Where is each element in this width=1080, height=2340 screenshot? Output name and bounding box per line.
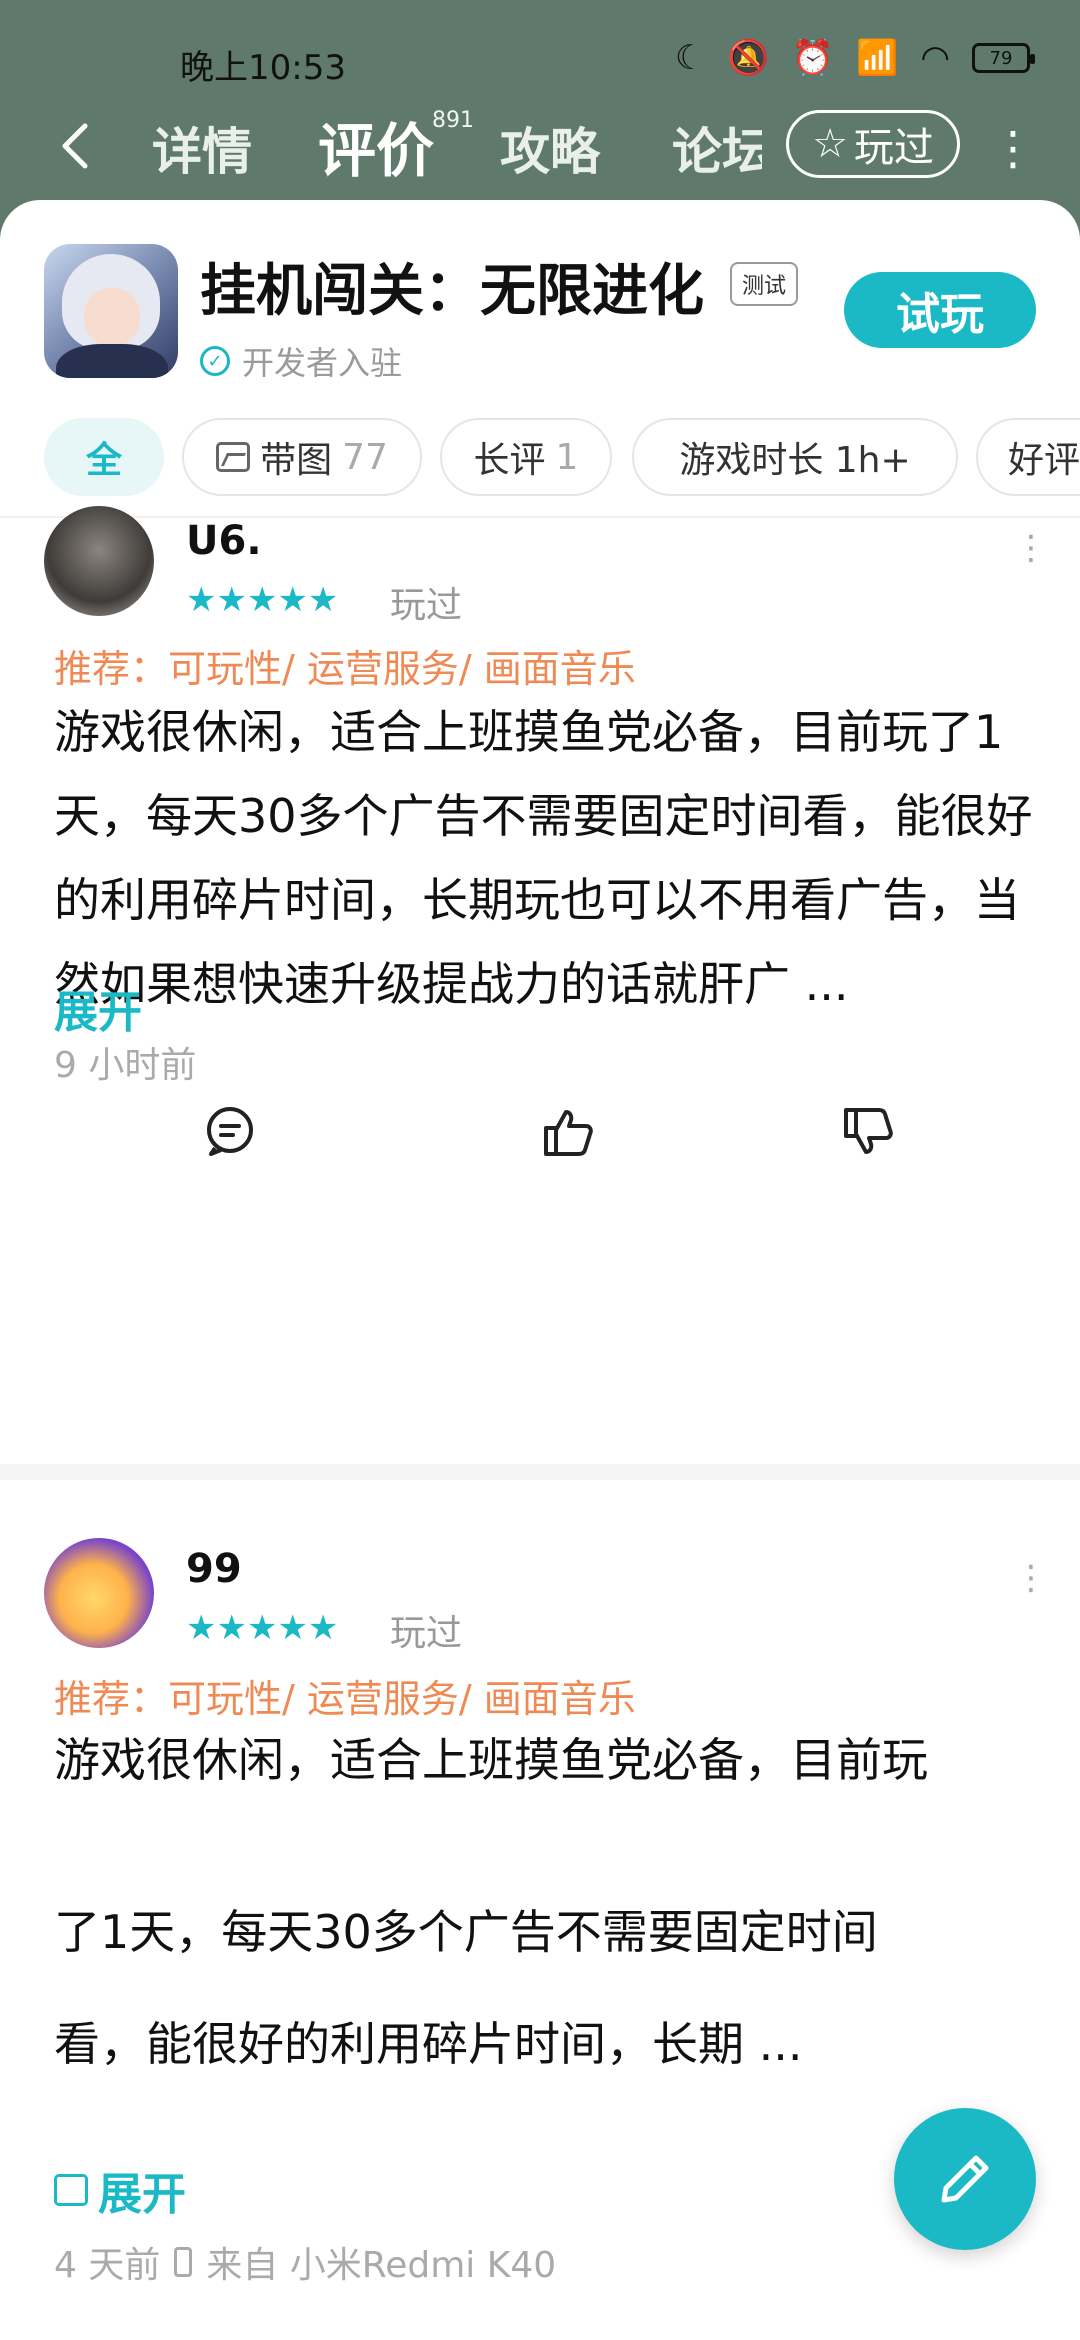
played-tag: 玩过 [390,585,463,626]
avatar[interactable] [44,1538,154,1648]
filter-long-reviews[interactable]: 长评 1 [440,418,612,496]
review-separator [0,1464,1080,1480]
beta-badge: 测试 [730,262,799,306]
comment-button[interactable] [200,1104,260,1164]
tab-forum[interactable]: 论坛 [672,112,762,184]
review-text-line: 游戏很休闲，适合上班摸鱼党必备，目前玩 [54,1733,928,1787]
mute-icon: 🔕 [727,38,770,78]
filter-positive[interactable]: 好评 [976,418,1080,496]
filter-label: 全 [85,440,122,481]
phone-icon [174,2247,193,2277]
review-username[interactable]: 99 [186,1546,242,1592]
vertical-dots-icon: ⋮ [990,121,1036,175]
thumbs-down-icon [844,1108,893,1154]
review-text-line: 了1天，每天30多个广告不需要固定时间 [54,1905,878,1959]
vertical-dots-icon: ⋮ [1014,1558,1048,1598]
rating-stars: ★★★★★ [186,1608,339,1648]
review-text-line: 看，能很好的利用碎片时间，长期 ... [54,2017,803,2071]
recommend-tags: 推荐：可玩性/ 运营服务/ 画面音乐 [54,1677,636,1721]
filter-label: 长评 [473,440,546,481]
game-header: 挂机闯关：无限进化 测试 ✓ 开发者入驻 试玩 [0,200,1080,410]
filter-all[interactable]: 全 [44,418,164,496]
expand-link[interactable]: 展开 [54,2158,186,2222]
filter-chips: 全 带图 77 长评 1 游戏时长 1h+ 好评 [0,418,1080,506]
played-button-label: 玩过 [853,125,934,171]
filter-count: 1 [555,436,579,478]
game-icon[interactable] [44,244,178,378]
review-text: 游戏很休闲，适合上班摸鱼党必备，目前玩了1天，每天30多个广告不需要固定时间看，… [54,705,1033,1011]
filter-divider [0,516,1080,518]
star-plus-icon: ☆ [812,121,848,167]
avatar[interactable] [44,506,154,616]
expand-link[interactable]: 展开 [54,976,142,1040]
review-menu-button[interactable]: ⋮ [1014,531,1048,590]
vertical-dots-icon: ⋮ [1014,528,1048,568]
battery-icon: 79 [972,43,1035,73]
filter-label: 带图 [260,440,333,481]
filter-label: 游戏时长 1h+ [679,440,911,481]
filter-count: 77 [342,436,388,478]
game-title: 挂机闯关：无限进化 [200,259,704,324]
check-circle-icon: ✓ [200,346,230,376]
wifi-icon: ◠ [920,38,950,78]
status-icons: ☾ 🔕 ⏰ 📶 ◠ 79 [674,38,1035,78]
top-nav: 详情 评价 891 攻略 论坛 ☆ 玩过 ⋮ [0,100,1080,195]
back-button[interactable] [55,118,105,178]
status-time: 晚上10:53 [180,48,346,88]
moon-icon: ☾ [674,38,706,78]
played-tag: 玩过 [390,1613,463,1654]
review-meta: 4 天前 来自 小米Redmi K40 [54,2236,556,2288]
more-menu-button[interactable]: ⋮ [990,118,1036,178]
write-review-button[interactable] [894,2108,1036,2250]
try-play-button[interactable]: 试玩 [844,272,1036,348]
image-icon [54,2174,88,2206]
review-username[interactable]: U6. [186,518,262,564]
dislike-button[interactable] [838,1104,898,1164]
comment-icon [207,1107,253,1156]
developer-note: 开发者入驻 [242,344,403,382]
recommend-tags: 推荐：可玩性/ 运营服务/ 画面音乐 [54,647,636,691]
filter-playtime[interactable]: 游戏时长 1h+ [632,418,958,496]
signal-icon: 📶 [855,38,899,78]
review-menu-button[interactable]: ⋮ [1014,1561,1048,1620]
review-device: 来自 小米Redmi K40 [206,2245,557,2286]
status-bar: 晚上10:53 ☾ 🔕 ⏰ 📶 ◠ 79 [0,0,1080,110]
like-button[interactable] [538,1104,598,1164]
expand-label: 展开 [98,2169,186,2220]
review-time: 4 天前 [54,2245,161,2286]
pencil-icon [941,2155,989,2203]
rating-stars: ★★★★★ [186,580,339,620]
thumbs-up-icon [544,1110,593,1156]
review-count: 891 [432,108,474,133]
chevron-left-icon [62,123,88,169]
filter-label: 好评 [1008,440,1080,481]
tab-details[interactable]: 详情 [152,112,252,184]
review-sheet: 挂机闯关：无限进化 测试 ✓ 开发者入驻 试玩 全 带图 77 长评 1 游戏时… [0,200,1080,2340]
filter-with-images[interactable]: 带图 77 [182,418,422,496]
tab-reviews[interactable]: 评价 [318,104,434,188]
image-icon [216,442,251,472]
developer-row: ✓ 开发者入驻 [200,338,402,384]
played-button[interactable]: ☆ 玩过 [786,110,960,178]
review-time: 9 小时前 [54,1045,197,1086]
tab-guides[interactable]: 攻略 [500,112,600,184]
alarm-icon: ⏰ [791,38,834,78]
